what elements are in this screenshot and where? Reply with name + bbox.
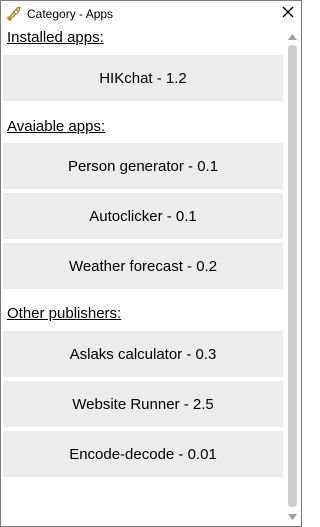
scroll-down-button[interactable] xyxy=(285,509,300,523)
vertical-scrollbar[interactable] xyxy=(285,27,300,525)
app-item-aslaks-calculator[interactable]: Aslaks calculator - 0.3 xyxy=(3,331,283,377)
chevron-down-icon xyxy=(288,507,297,525)
app-item-weather-forecast[interactable]: Weather forecast - 0.2 xyxy=(3,243,283,289)
app-item-encode-decode[interactable]: Encode-decode - 0.01 xyxy=(3,431,283,477)
available-apps-heading: Avaiable apps: xyxy=(7,118,106,135)
window-title: Category - Apps xyxy=(27,7,114,21)
close-icon xyxy=(282,5,294,23)
installed-apps-heading: Installed apps: xyxy=(7,29,104,46)
app-item-hikchat[interactable]: HIKchat - 1.2 xyxy=(3,55,283,101)
close-button[interactable] xyxy=(275,1,301,27)
scroll-up-button[interactable] xyxy=(285,29,300,43)
other-publishers-heading: Other publishers: xyxy=(7,305,122,322)
app-item-autoclicker[interactable]: Autoclicker - 0.1 xyxy=(3,193,283,239)
app-item-person-generator[interactable]: Person generator - 0.1 xyxy=(3,143,283,189)
title-bar[interactable]: Category - Apps xyxy=(1,1,301,27)
category-window: Category - Apps Installed apps: HIKchat … xyxy=(0,0,302,527)
app-item-website-runner[interactable]: Website Runner - 2.5 xyxy=(3,381,283,427)
rocket-icon xyxy=(5,5,23,23)
scroll-thumb[interactable] xyxy=(288,45,297,507)
chevron-up-icon xyxy=(288,27,297,45)
app-list: Installed apps: HIKchat - 1.2 Avaiable a… xyxy=(1,27,283,526)
